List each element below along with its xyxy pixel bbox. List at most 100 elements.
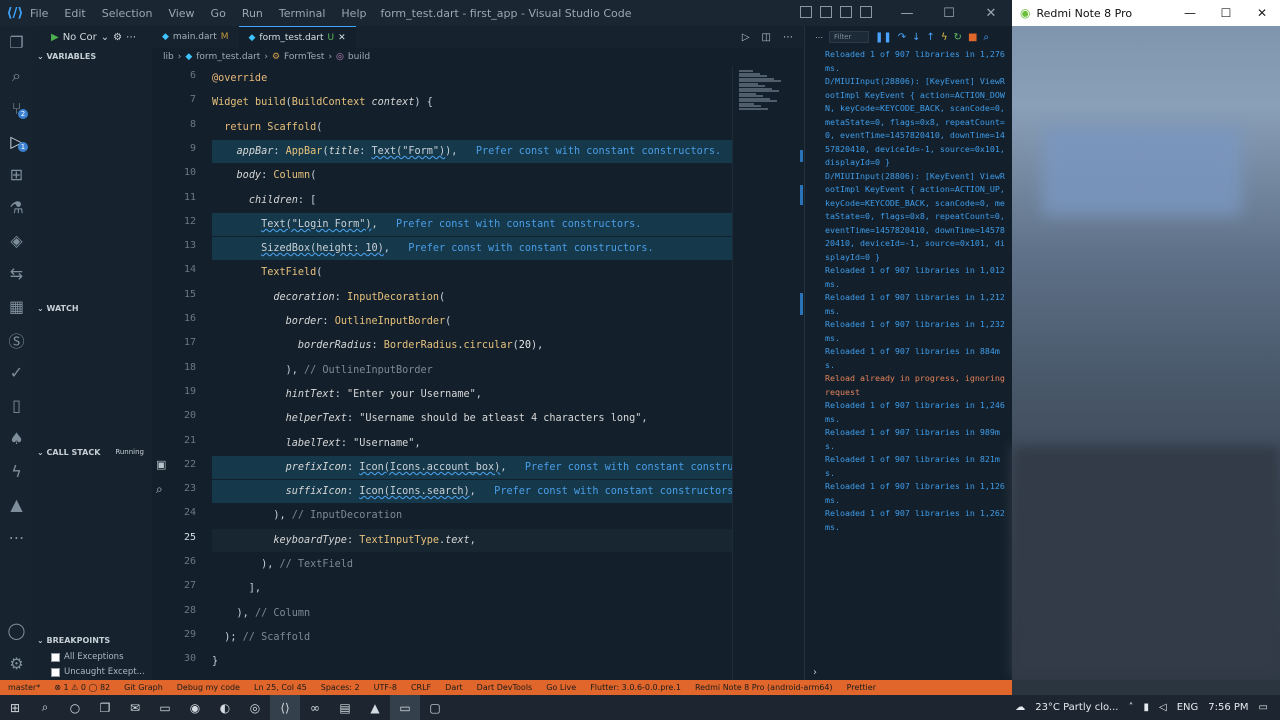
device-screen[interactable] — [1012, 26, 1280, 680]
code-line[interactable]: appBar: AppBar(title: Text("Form")), Pre… — [212, 139, 732, 164]
breakpoint-item[interactable]: All Exceptions — [51, 652, 124, 662]
code-line[interactable]: SizedBox(height: 10), Prefer const with … — [212, 237, 732, 261]
minimize-icon[interactable]: — — [1172, 6, 1208, 20]
code-line[interactable]: borderRadius: BorderRadius.circular(20), — [212, 334, 732, 357]
remote-icon[interactable]: ⇆ — [0, 257, 33, 290]
code-line[interactable]: hintText: "Enter your Username", — [212, 383, 732, 406]
code-line[interactable]: ), // InputDecoration — [212, 504, 732, 527]
search-icon[interactable]: ⌕ — [30, 695, 60, 720]
mail-icon[interactable]: ✉ — [120, 695, 150, 720]
notifications-icon[interactable]: ▭ — [1259, 702, 1268, 713]
status-item[interactable]: Go Live — [546, 683, 576, 692]
debug-config-select[interactable]: No Cor — [63, 32, 97, 43]
close-icon[interactable]: ✕ — [1244, 6, 1280, 20]
more-actions-icon[interactable]: ⋯ — [126, 32, 136, 43]
watch-section-header[interactable]: ⌄ WATCH — [33, 300, 152, 316]
console-prompt-chevron-icon[interactable]: › — [813, 667, 817, 678]
menu-item-selection[interactable]: Selection — [102, 7, 153, 20]
menu-item-edit[interactable]: Edit — [64, 7, 85, 20]
code-line[interactable]: Text("Login Form"), Prefer const with co… — [212, 212, 732, 237]
close-icon[interactable]: ✕ — [970, 0, 1012, 26]
file-explorer-icon[interactable]: ▭ — [150, 695, 180, 720]
chevron-down-icon[interactable]: ⌄ — [101, 32, 109, 43]
settings-gear-icon[interactable]: ⚙ — [0, 647, 33, 680]
breakpoints-section-header[interactable]: ⌄ BREAKPOINTS — [33, 632, 152, 648]
menu-item-file[interactable]: File — [30, 7, 48, 20]
filter-input[interactable]: Filter — [829, 31, 869, 43]
screen-recorder-icon[interactable]: ▢ — [420, 695, 450, 720]
vscode-taskbar-icon[interactable]: ⟨⟩ — [270, 695, 300, 720]
toggle-panel-icon[interactable] — [820, 6, 832, 18]
status-item[interactable]: UTF-8 — [374, 683, 397, 692]
menu-item-go[interactable]: Go — [211, 7, 226, 20]
menu-item-view[interactable]: View — [168, 7, 194, 20]
account-icon[interactable]: ◯ — [0, 614, 33, 647]
code-editor[interactable]: @override Widget build(BuildContext conte… — [212, 66, 732, 680]
explorer-icon[interactable]: ❐ — [0, 26, 33, 59]
status-item[interactable]: Git Graph — [124, 683, 163, 692]
task-view-icon[interactable]: ❐ — [90, 695, 120, 720]
breadcrumb-item[interactable]: form_test.dart — [196, 52, 260, 62]
code-line[interactable]: ), // TextField — [212, 553, 732, 576]
breakpoint-checkbox[interactable] — [51, 652, 60, 662]
tab-main-dart[interactable]: ◆ main.dart M — [152, 26, 239, 48]
testing-icon[interactable]: ⚗ — [0, 191, 33, 224]
search-icon[interactable]: ⌕ — [0, 59, 33, 92]
breakpoint-checkbox[interactable] — [51, 667, 60, 677]
run-icon[interactable]: ▷ — [742, 32, 750, 43]
onenote-icon[interactable]: ▤ — [330, 695, 360, 720]
language-indicator[interactable]: ENG — [1177, 702, 1199, 713]
more-icon[interactable]: ⋯ — [783, 32, 793, 43]
breadcrumb-item[interactable]: lib — [163, 52, 174, 62]
more-icon[interactable]: ⋯ — [815, 33, 823, 42]
maximize-icon[interactable]: ☐ — [1208, 6, 1244, 20]
code-line[interactable]: decoration: InputDecoration( — [212, 286, 732, 309]
minimize-icon[interactable]: — — [886, 0, 928, 26]
maximize-icon[interactable]: ☐ — [928, 0, 970, 26]
source-control-icon[interactable]: ⑂ 2 — [0, 92, 33, 125]
checklist-icon[interactable]: ✓ — [0, 356, 33, 389]
breakpoint-item[interactable]: Uncaught Except... — [51, 667, 145, 677]
cortana-icon[interactable]: ○ — [60, 695, 90, 720]
network-icon[interactable]: ▮ — [1143, 702, 1149, 713]
status-item[interactable]: ⊗ 1 ⚠ 0 ◯ 82 — [54, 683, 110, 692]
step-over-icon[interactable]: ↷ — [898, 32, 906, 43]
tab-form-test-dart[interactable]: ◆ form_test.dart U ✕ — [238, 26, 356, 48]
menu-item-terminal[interactable]: Terminal — [279, 7, 326, 20]
status-item[interactable]: Debug my code — [177, 683, 240, 692]
code-line[interactable]: body: Column( — [212, 164, 732, 187]
tray-chevron-icon[interactable]: ˄ — [1128, 702, 1133, 713]
status-item[interactable]: Redmi Note 8 Pro (android-arm64) — [695, 683, 833, 692]
mongodb-leaf-icon[interactable]: ♠ — [0, 422, 33, 455]
stop-icon[interactable]: ■ — [968, 32, 977, 43]
weather-text[interactable]: 23°C Partly clo... — [1035, 702, 1118, 713]
code-line[interactable]: labelText: "Username", — [212, 432, 732, 455]
start-debugging-icon[interactable]: ▶ — [51, 32, 59, 43]
breadcrumb-item[interactable]: FormTest — [284, 52, 324, 62]
step-into-icon[interactable]: ↓ — [912, 32, 920, 43]
extensions-icon[interactable]: ⊞ — [0, 158, 33, 191]
restart-icon[interactable]: ↻ — [954, 32, 962, 43]
split-editor-icon[interactable]: ◫ — [762, 32, 771, 43]
minimap[interactable] — [732, 66, 804, 680]
gear-icon[interactable]: ⚙ — [113, 32, 122, 43]
layout-controls[interactable] — [800, 6, 872, 18]
toggle-secondary-sidebar-icon[interactable] — [840, 6, 852, 18]
flutter-icon[interactable]: ▲ — [0, 488, 33, 521]
variables-section-header[interactable]: ⌄ VARIABLES — [33, 48, 152, 64]
code-line[interactable]: children: [ — [212, 189, 732, 212]
visual-studio-icon[interactable]: ∞ — [300, 695, 330, 720]
code-line[interactable]: border: OutlineInputBorder( — [212, 310, 732, 333]
customize-layout-icon[interactable] — [860, 6, 872, 18]
status-item[interactable]: CRLF — [411, 683, 431, 692]
status-item[interactable]: Dart DevTools — [477, 683, 533, 692]
hot-reload-icon[interactable]: ϟ — [941, 32, 948, 43]
pause-icon[interactable]: ❚❚ — [875, 32, 892, 43]
lightning-icon[interactable]: ϟ — [0, 455, 33, 488]
clock[interactable]: 7:56 PM — [1208, 702, 1248, 713]
status-item[interactable]: Prettier — [847, 683, 876, 692]
status-item[interactable]: Spaces: 2 — [321, 683, 360, 692]
emulator-taskbar-icon[interactable]: ▭ — [390, 695, 420, 720]
status-item[interactable]: Ln 25, Col 45 — [254, 683, 307, 692]
code-line[interactable]: prefixIcon: Icon(Icons.account_box), Pre… — [212, 455, 732, 480]
